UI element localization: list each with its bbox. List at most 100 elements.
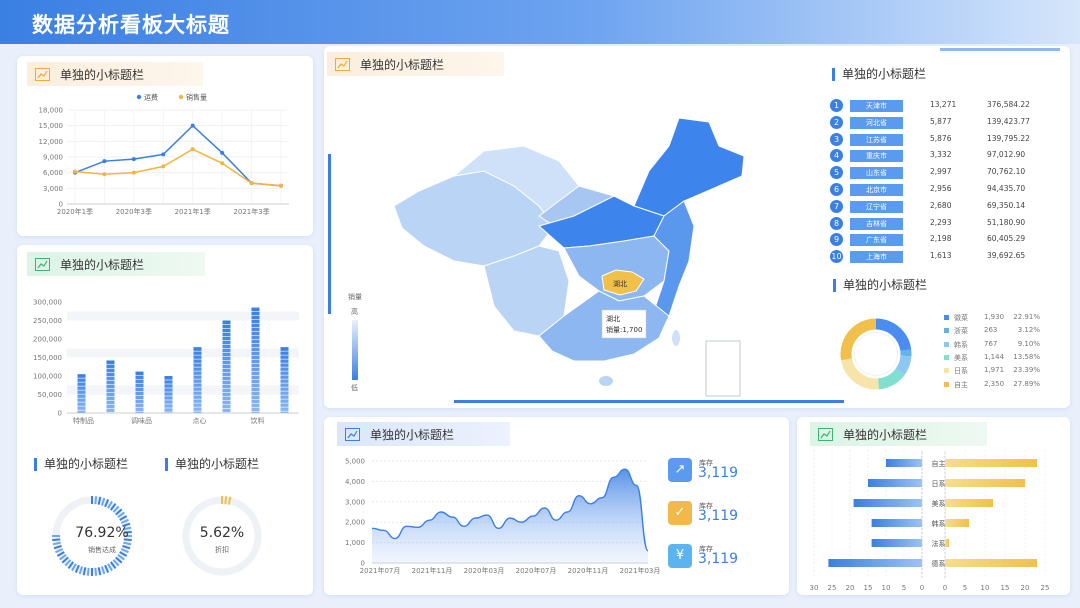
ranking-row[interactable]: 10 上海市 1,613 39,692.65 — [830, 250, 1050, 264]
map-region-northeast[interactable] — [633, 117, 745, 217]
legend-row[interactable]: 美系 1,144 13.58% — [944, 353, 1044, 364]
gauge-tick — [94, 567, 98, 576]
gauge-tick — [224, 496, 228, 505]
rank-count: 2,680 — [930, 200, 952, 210]
map-legend-gradient[interactable] — [352, 320, 358, 380]
x-tick-label: 20 — [846, 584, 855, 592]
legend-label: 运费 — [144, 93, 158, 102]
bar-chart: 0 50,000 100,000 150,000 200,000 250,000 300,0… — [33, 293, 299, 425]
y-tick-label: 200,000 — [33, 336, 62, 344]
data-point — [190, 123, 195, 128]
donut-slice — [841, 358, 879, 390]
bar-right — [945, 539, 949, 547]
rank-count: 2,198 — [930, 234, 952, 244]
ranking-row[interactable]: 8 吉林省 2,293 51,180.90 — [830, 216, 1050, 231]
rank-badge: 1 — [830, 99, 843, 112]
rank-amount: 51,180.90 — [987, 217, 1026, 227]
ranking-row[interactable]: 6 北京市 2,956 94,435.70 — [830, 183, 1050, 197]
frame-accent-top — [940, 48, 1060, 51]
ranking-row[interactable]: 9 广东省 2,198 60,405.29 — [830, 233, 1050, 247]
donut-chart — [840, 318, 912, 390]
x-tick-label: 0 — [920, 584, 924, 592]
donut-slice — [877, 368, 905, 390]
china-map: 湖北 湖北 销量:1,700 销量 高 低 — [348, 117, 745, 397]
gauge1-value: 76.92% — [75, 525, 129, 541]
ranking-row[interactable]: 3 江苏省 5,876 139,795.22 — [830, 132, 1050, 147]
legend-row[interactable]: 自主 2,350 27.89% — [944, 380, 1044, 391]
y-tick-label: 50,000 — [38, 391, 63, 399]
x-tick-label: 2021年07月 — [360, 566, 401, 575]
south-sea-inset — [705, 340, 741, 397]
map-region-hainan[interactable] — [599, 376, 613, 386]
x-tick-label: 25 — [828, 584, 837, 592]
x-tick-label: 饮料 — [251, 416, 265, 425]
ranking-row[interactable]: 7 辽宁省 2,680 69,350.14 — [830, 199, 1050, 214]
legend-row[interactable]: 韩系 767 9.10% — [944, 340, 1044, 351]
grid-band — [67, 311, 299, 321]
legend-row[interactable]: 浙菜 263 3.12% — [944, 326, 1044, 337]
legend-row[interactable]: 日系 1,971 23.39% — [944, 366, 1044, 377]
legend-swatch — [944, 368, 949, 374]
panel-title-text: 单独的小标题栏 — [360, 57, 445, 72]
rank-name: 重庆市 — [850, 150, 903, 163]
bar — [222, 320, 231, 413]
bar-right — [945, 559, 1037, 567]
legend-percent: 3.12% — [1017, 326, 1040, 335]
x-tick-label: 2021年11月 — [412, 566, 453, 575]
rank-count: 5,876 — [930, 133, 952, 143]
line-chart-icon — [335, 57, 350, 71]
gauge2-value: 5.62% — [199, 525, 245, 541]
rank-amount: 69,350.14 — [987, 200, 1026, 210]
rank-count: 2,293 — [930, 217, 952, 227]
rank-name: 辽宁省 — [850, 200, 903, 213]
x-tick-label: 30 — [810, 584, 819, 592]
ranking-row[interactable]: 4 重庆市 3,332 97,012.90 — [830, 149, 1050, 163]
panel-title: 单独的小标题栏 — [810, 422, 987, 446]
donut-inner-ring — [854, 332, 898, 376]
line-chart-panel: 单独的小标题栏 0 3,000 6,000 9,000 12,000 15,000 18,0… — [17, 56, 313, 236]
y-tick-label: 12,000 — [39, 138, 64, 146]
legend-swatch — [944, 328, 949, 334]
map-legend-low: 低 — [351, 383, 358, 392]
map-legend-high: 高 — [351, 307, 358, 316]
y-tick-label: 250,000 — [33, 317, 62, 325]
map-tooltip-value: 销量:1,700 — [606, 325, 642, 334]
ranking-row[interactable]: 5 山东省 2,997 70,762.10 — [830, 166, 1050, 180]
legend-value: 1,930 — [984, 313, 1005, 321]
legend-row[interactable]: 徽菜 1,930 22.91% — [944, 313, 1044, 324]
yuan-check-icon: ¥ — [668, 544, 692, 568]
legend-name: 韩系 — [954, 340, 968, 349]
panel-title-text: 单独的小标题栏 — [370, 427, 455, 442]
bar-left — [868, 479, 922, 487]
legend-name: 日系 — [954, 367, 968, 376]
rank-amount: 376,584.22 — [987, 100, 1030, 109]
rank-badge: 3 — [830, 132, 843, 146]
map-region-taiwan[interactable] — [672, 330, 680, 346]
y-tick-label: 0 — [58, 410, 62, 418]
line-chart: 03,0006,0009,00012,00015,00018,0002020年1… — [39, 93, 289, 216]
y-tick-label: 1,000 — [345, 539, 365, 547]
x-tick-label: 25 — [1041, 584, 1050, 592]
gauge2-label: 折扣 — [215, 546, 229, 554]
y-tick-label: 150,000 — [33, 354, 62, 362]
category-label: 美系 — [932, 499, 946, 508]
line-chart-icon — [345, 427, 360, 441]
ranking-row[interactable]: 1 天津市 13,271 376,584.22 — [830, 99, 1050, 113]
y-tick-label: 6,000 — [43, 169, 63, 177]
legend-label: 销售量 — [186, 93, 207, 102]
x-tick-label: 2021年03月 — [620, 566, 661, 575]
rank-badge: 10 — [830, 250, 843, 264]
data-point — [220, 161, 225, 166]
rank-amount: 70,762.10 — [987, 167, 1026, 177]
rank-badge: 6 — [830, 183, 843, 196]
x-tick-label: 2020年07月 — [516, 566, 557, 575]
gauge-tick — [86, 567, 90, 576]
panel-title-text: 单独的小标题栏 — [60, 257, 145, 272]
data-point — [249, 181, 254, 186]
page-title: 数据分析看板大标题 — [32, 13, 230, 37]
ranking-title: 单独的小标题栏 — [832, 68, 926, 81]
x-tick-label: 2020年03月 — [464, 566, 505, 575]
data-point — [220, 150, 225, 155]
data-point — [73, 169, 77, 174]
ranking-row[interactable]: 2 河北省 5,877 139,423.77 — [830, 115, 1050, 130]
